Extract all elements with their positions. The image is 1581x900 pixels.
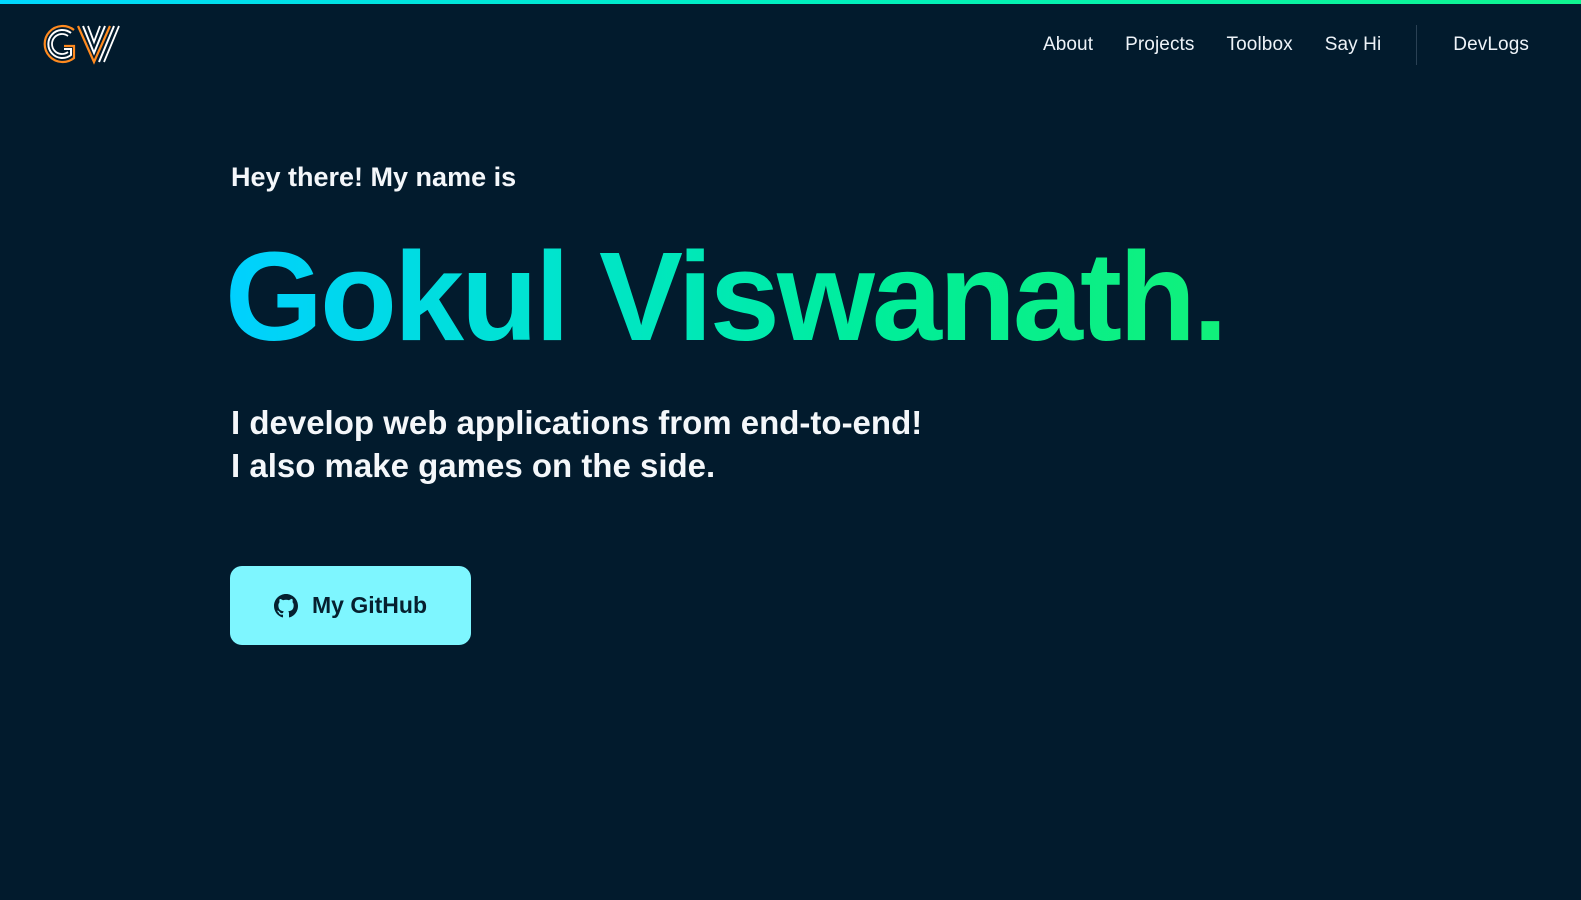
- github-button[interactable]: My GitHub: [230, 566, 471, 645]
- gv-logo-icon: [43, 24, 120, 65]
- main-nav: About Projects Toolbox Say Hi DevLogs: [1043, 25, 1529, 65]
- hero-tagline: I develop web applications from end-to-e…: [231, 401, 1431, 487]
- github-icon: [274, 593, 298, 618]
- page: About Projects Toolbox Say Hi DevLogs He…: [0, 0, 1581, 900]
- hero-tagline-line-2: I also make games on the side.: [231, 447, 716, 485]
- nav-link-projects[interactable]: Projects: [1125, 34, 1194, 56]
- nav-link-say-hi[interactable]: Say Hi: [1325, 34, 1382, 56]
- hero-name: Gokul Viswanath.: [225, 226, 1228, 367]
- github-button-label: My GitHub: [312, 592, 427, 618]
- nav-link-about[interactable]: About: [1043, 34, 1093, 56]
- site-logo[interactable]: [38, 22, 122, 66]
- hero-section: Hey there! My name is Gokul Viswanath. I…: [225, 162, 1431, 487]
- nav-link-devlogs[interactable]: DevLogs: [1453, 34, 1529, 56]
- top-accent-bar: [0, 0, 1581, 4]
- nav-link-toolbox[interactable]: Toolbox: [1227, 34, 1293, 56]
- nav-divider: [1416, 25, 1418, 65]
- hero-greeting: Hey there! My name is: [231, 162, 517, 192]
- hero-tagline-line-1: I develop web applications from end-to-e…: [231, 404, 923, 442]
